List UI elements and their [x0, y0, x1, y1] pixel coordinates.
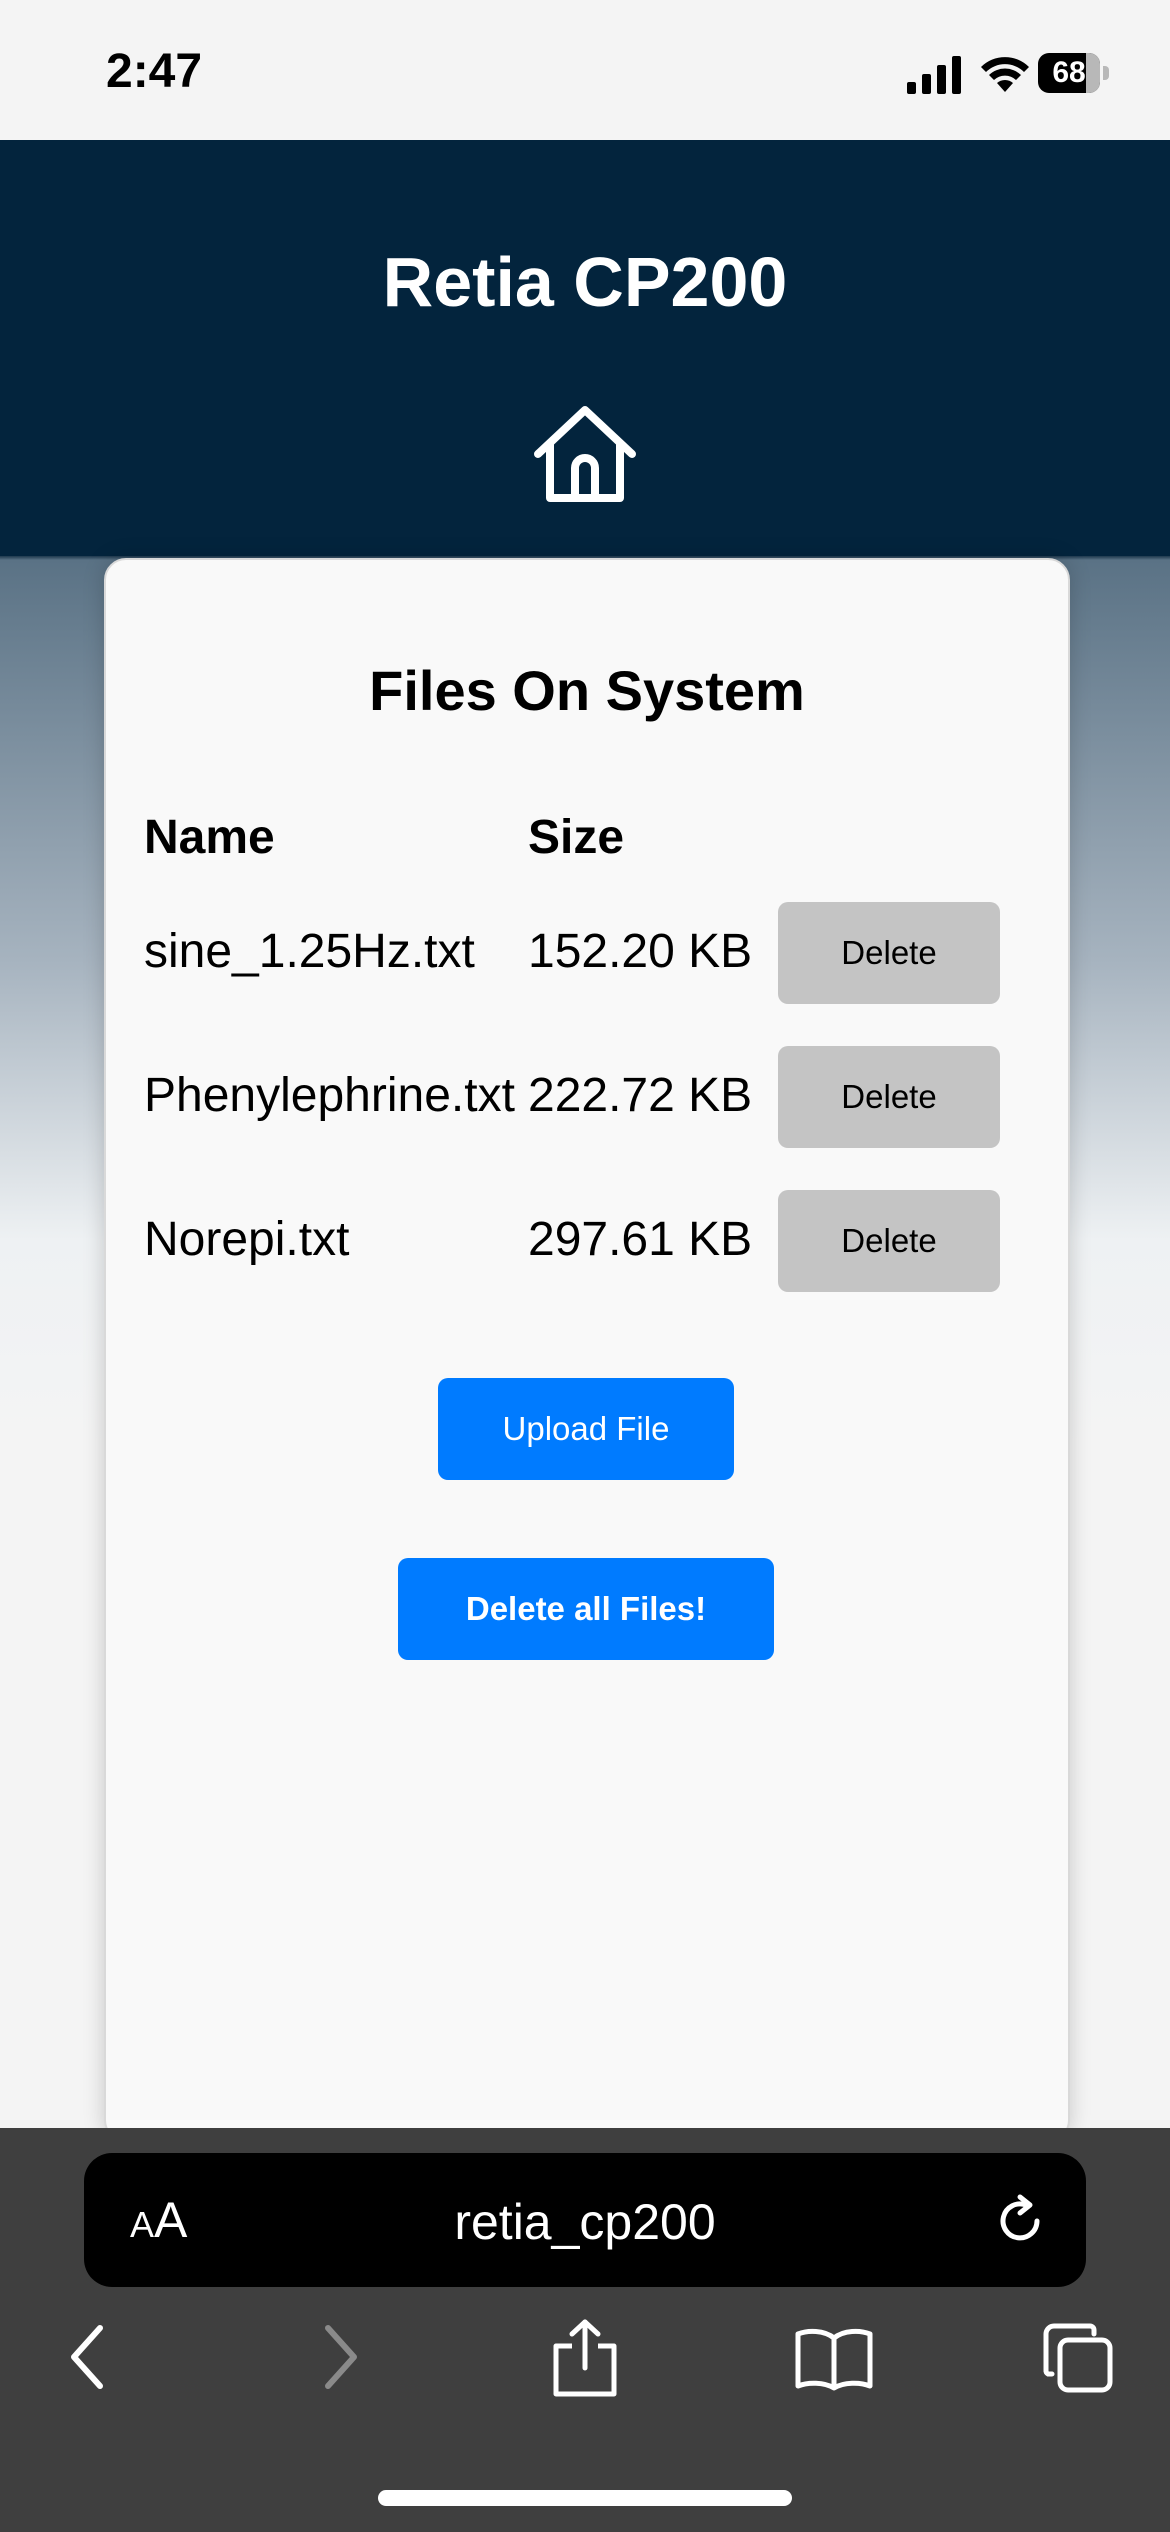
- forward-icon[interactable]: [316, 2322, 366, 2392]
- app-title: Retia CP200: [382, 243, 788, 321]
- share-icon[interactable]: [550, 2318, 620, 2398]
- delete-file-button[interactable]: Delete: [778, 1046, 1000, 1148]
- tabs-icon[interactable]: [1042, 2322, 1116, 2396]
- file-size: 152.20 KB: [528, 925, 753, 978]
- delete-file-button[interactable]: Delete: [778, 902, 1000, 1004]
- back-icon[interactable]: [62, 2322, 112, 2392]
- delete-all-files-button[interactable]: Delete all Files!: [398, 1558, 774, 1660]
- wifi-icon: [981, 57, 1029, 92]
- file-row: Norepi.txt 297.61 KB Delete: [106, 1190, 1068, 1292]
- battery-icon: 68: [1038, 53, 1110, 93]
- file-row: sine_1.25Hz.txt 152.20 KB Delete: [106, 902, 1068, 1004]
- file-name: Phenylephrine.txt: [144, 1069, 515, 1122]
- address-bar[interactable]: AA retia_cp200: [84, 2153, 1086, 2287]
- files-card: Files On System Name Size sine_1.25Hz.tx…: [104, 558, 1070, 2142]
- delete-file-button[interactable]: Delete: [778, 1190, 1000, 1292]
- file-size: 222.72 KB: [528, 1069, 753, 1122]
- url-text[interactable]: retia_cp200: [84, 2193, 1086, 2251]
- reload-icon[interactable]: [990, 2191, 1050, 2251]
- file-size: 297.61 KB: [528, 1213, 753, 1266]
- upload-file-button[interactable]: Upload File: [438, 1378, 734, 1480]
- status-time: 2:47: [106, 45, 203, 98]
- cellular-signal-icon: [907, 56, 961, 94]
- battery-level: 68: [1052, 56, 1086, 89]
- card-title: Files On System: [369, 659, 805, 722]
- bookmarks-icon[interactable]: [794, 2326, 874, 2392]
- home-indicator: [378, 2490, 792, 2506]
- file-name: sine_1.25Hz.txt: [144, 925, 475, 978]
- column-header-name: Name: [144, 811, 275, 864]
- file-row: Phenylephrine.txt 222.72 KB Delete: [106, 1046, 1068, 1148]
- column-header-size: Size: [528, 811, 625, 864]
- status-bar: 2:47 68: [0, 0, 1170, 140]
- home-icon[interactable]: [530, 404, 640, 504]
- file-name: Norepi.txt: [144, 1213, 350, 1266]
